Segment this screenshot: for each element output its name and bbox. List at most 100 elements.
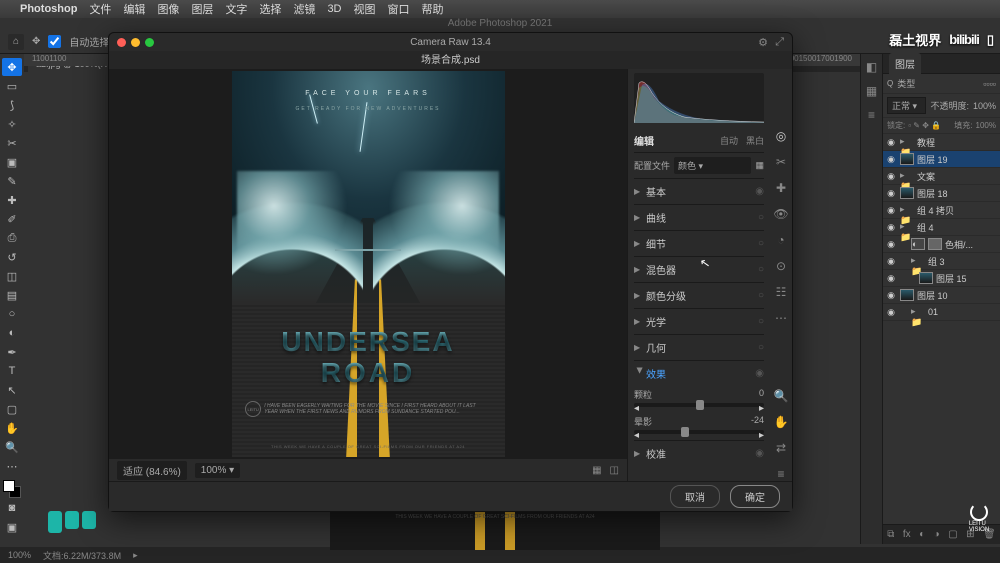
quickmask-tool[interactable]: ◙ xyxy=(2,499,22,517)
heal-tool-icon[interactable]: ✚ xyxy=(776,181,786,195)
mask-tool-icon[interactable]: ◔ xyxy=(777,233,784,247)
menu-text[interactable]: 文字 xyxy=(225,1,247,17)
mask-icon[interactable]: ◐ xyxy=(919,529,925,540)
zoom-tool[interactable]: 🔍 xyxy=(2,438,22,456)
swatches-panel-icon[interactable]: ▦ xyxy=(866,84,877,98)
lasso-tool[interactable]: ⟆ xyxy=(2,96,22,114)
menu-view[interactable]: 视图 xyxy=(354,1,376,17)
section-basic[interactable]: ▶基本◉ xyxy=(634,178,764,204)
blend-mode-dropdown[interactable]: 正常 ▾ xyxy=(887,97,926,114)
group-icon[interactable]: ▢ xyxy=(948,529,957,540)
toggle-icon[interactable]: ⇄ xyxy=(776,441,786,455)
visibility-icon[interactable]: ◉ xyxy=(885,222,897,233)
layer-row[interactable]: ◉▸ 📁文案 xyxy=(883,168,1000,185)
layer-row[interactable]: ◉图层 15 xyxy=(883,270,1000,287)
redeye-tool-icon[interactable]: ⊙ xyxy=(776,259,786,273)
zoom-pct-dropdown[interactable]: 100% ▾ xyxy=(195,463,240,478)
visibility-icon[interactable]: ◉ xyxy=(885,239,897,250)
settings-icon[interactable]: ⚙ xyxy=(758,36,768,49)
layer-row[interactable]: ◉▸ 📁01 xyxy=(883,304,1000,321)
compare-view-icon[interactable]: ◫ xyxy=(610,465,619,476)
layer-row[interactable]: ◉图层 10 xyxy=(883,287,1000,304)
home-icon[interactable]: ⌂ xyxy=(8,34,24,50)
section-geom[interactable]: ▶几何○ xyxy=(634,334,764,360)
more-tool-icon[interactable]: ⋯ xyxy=(775,311,787,325)
menu-filter[interactable]: 滤镜 xyxy=(293,1,315,17)
fx-icon[interactable]: fx xyxy=(903,529,911,540)
history-panel-icon[interactable]: ≡ xyxy=(868,108,875,122)
visibility-icon[interactable]: ◉ xyxy=(885,205,897,216)
adjust-icon[interactable]: ◑ xyxy=(934,529,940,540)
eye-icon[interactable]: ○ xyxy=(758,316,764,327)
layer-row[interactable]: ◉图层 18 xyxy=(883,185,1000,202)
eye-icon[interactable]: ◉ xyxy=(755,448,764,459)
crop-tool-icon[interactable]: ✂ xyxy=(776,155,786,169)
edit-tool-icon[interactable]: ◎ xyxy=(776,129,786,143)
visibility-icon[interactable]: ◉ xyxy=(885,171,897,182)
path-tool[interactable]: ↖ xyxy=(2,381,22,399)
wand-tool[interactable]: ✧ xyxy=(2,115,22,133)
visibility-icon[interactable]: ◉ xyxy=(885,273,897,284)
pen-tool[interactable]: ✒ xyxy=(2,343,22,361)
color-panel-icon[interactable]: ◧ xyxy=(866,60,877,74)
eye-icon[interactable]: ○ xyxy=(758,238,764,249)
eye-icon[interactable]: ○ xyxy=(758,212,764,223)
visibility-icon[interactable]: ◉ xyxy=(885,154,897,165)
menu-layer[interactable]: 图层 xyxy=(191,1,213,17)
section-effects[interactable]: ▶效果◉ xyxy=(634,360,764,386)
ok-button[interactable]: 确定 xyxy=(730,485,780,508)
layers-tab[interactable]: 图层 xyxy=(889,53,921,74)
section-optics[interactable]: ▶光学○ xyxy=(634,308,764,334)
eye-icon[interactable]: ◉ xyxy=(755,186,764,197)
brush-tool[interactable]: ✐ xyxy=(2,210,22,228)
hand-tool[interactable]: ✋ xyxy=(2,419,22,437)
visibility-icon[interactable]: ◉ xyxy=(885,188,897,199)
color-swatches[interactable] xyxy=(3,480,21,498)
crop-tool[interactable]: ✂ xyxy=(2,134,22,152)
heal-tool[interactable]: ✚ xyxy=(2,191,22,209)
move-tool[interactable]: ✥ xyxy=(2,58,22,76)
grid-view-icon[interactable]: ▦ xyxy=(592,465,601,476)
section-mixer[interactable]: ▶混色器○ xyxy=(634,256,764,282)
preset-tool-icon[interactable]: ☷ xyxy=(776,285,787,299)
vignette-value[interactable]: -24 xyxy=(751,415,764,428)
layer-row[interactable]: ◉图层 19 xyxy=(883,151,1000,168)
zoom-in-icon[interactable]: 🔍 xyxy=(774,389,789,403)
histogram[interactable] xyxy=(634,73,764,123)
layer-row[interactable]: ◉▸ 📁组 3 xyxy=(883,253,1000,270)
profile-browse-icon[interactable]: ▦ xyxy=(755,160,764,171)
section-calib[interactable]: ▶校准◉ xyxy=(634,440,764,466)
link-layers-icon[interactable]: ⧉ xyxy=(887,529,894,540)
app-name[interactable]: Photoshop xyxy=(20,3,77,15)
grain-slider[interactable]: ◂▸ xyxy=(634,403,764,407)
menu-help[interactable]: 帮助 xyxy=(422,1,444,17)
layer-row[interactable]: ◉▸ 📁组 4 xyxy=(883,219,1000,236)
bw-button[interactable]: 黑白 xyxy=(746,134,764,147)
visibility-icon[interactable]: ◉ xyxy=(885,256,897,267)
eye-tool-icon[interactable]: 👁 xyxy=(773,207,788,221)
visibility-icon[interactable]: ◉ xyxy=(885,290,897,301)
frame-tool[interactable]: ▣ xyxy=(2,153,22,171)
visibility-icon[interactable]: ◉ xyxy=(885,137,897,148)
lock-icons[interactable]: ▫ ✎ ✥ 🔒 xyxy=(908,121,941,130)
menu-file[interactable]: 文件 xyxy=(89,1,111,17)
menu-select[interactable]: 选择 xyxy=(259,1,281,17)
stamp-tool[interactable]: ⎙ xyxy=(2,229,22,247)
grain-value[interactable]: 0 xyxy=(759,388,764,401)
cancel-button[interactable]: 取消 xyxy=(670,485,720,508)
options-icon[interactable]: ≡ xyxy=(777,467,784,481)
dodge-tool[interactable]: ◐ xyxy=(2,324,22,342)
craw-canvas[interactable]: FACE YOUR FEARS GET READY FOR NEW ADVENT… xyxy=(109,69,627,459)
visibility-icon[interactable]: ◉ xyxy=(885,307,897,318)
shape-tool[interactable]: ▢ xyxy=(2,400,22,418)
menu-3d[interactable]: 3D xyxy=(327,3,341,15)
blur-tool[interactable]: ○ xyxy=(2,305,22,323)
eraser-tool[interactable]: ◫ xyxy=(2,267,22,285)
hand-icon[interactable]: ✋ xyxy=(774,415,789,429)
history-brush-tool[interactable]: ↺ xyxy=(2,248,22,266)
gradient-tool[interactable]: ▤ xyxy=(2,286,22,304)
eye-icon[interactable]: ○ xyxy=(758,264,764,275)
eye-icon[interactable]: ○ xyxy=(758,342,764,353)
profile-dropdown[interactable]: 颜色 ▾ xyxy=(674,157,751,174)
section-detail[interactable]: ▶细节○ xyxy=(634,230,764,256)
